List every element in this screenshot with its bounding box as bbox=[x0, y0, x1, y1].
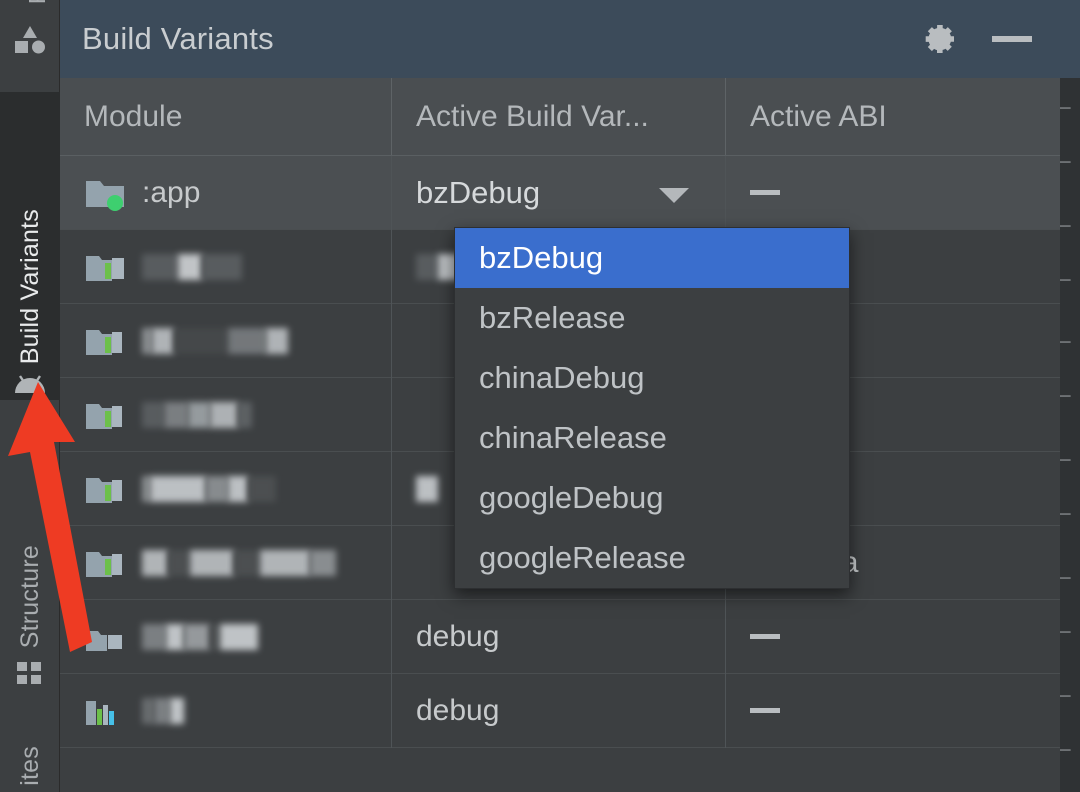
build-variants-screen: F Build Variants bbox=[0, 0, 1080, 792]
cell-module[interactable]: :app bbox=[60, 155, 392, 230]
cell-variant[interactable]: bzDebug bbox=[392, 155, 726, 230]
module-green-bar-icon bbox=[84, 249, 128, 285]
sidebar-item-build-variants[interactable]: Build Variants bbox=[0, 92, 60, 400]
folder-green-dot-icon bbox=[84, 175, 128, 211]
column-header-module[interactable]: Module bbox=[60, 78, 392, 155]
module-green-bar-icon bbox=[84, 323, 128, 359]
table-row[interactable]: :app bzDebug bbox=[60, 155, 1060, 230]
panel-header: Build Variants bbox=[60, 0, 1060, 78]
chevron-down-icon[interactable] bbox=[659, 187, 689, 203]
cell-variant[interactable]: debug bbox=[392, 599, 726, 674]
sliver-glyph: ⌐ bbox=[1060, 684, 1073, 714]
dropdown-option-bzRelease[interactable]: bzRelease bbox=[455, 288, 849, 348]
sidebar-item-label: ites bbox=[15, 746, 44, 786]
dropdown-option-chinaRelease[interactable]: chinaRelease bbox=[455, 408, 849, 468]
cell-variant[interactable]: debug bbox=[392, 673, 726, 748]
variant-value: bzDebug bbox=[416, 174, 541, 210]
stripe-clipped-label: F bbox=[0, 0, 60, 12]
sliver-glyph: ⌐ bbox=[1060, 566, 1073, 596]
sliver-glyph: ⌐ bbox=[1060, 738, 1073, 768]
table-header-row: Module Active Build Var... Active ABI bbox=[60, 78, 1060, 156]
abi-dash-icon bbox=[750, 634, 780, 639]
sidebar-item-label: Build Variants bbox=[15, 208, 44, 364]
cell-abi[interactable] bbox=[726, 156, 1040, 230]
dropdown-option-bzDebug[interactable]: bzDebug bbox=[455, 228, 849, 288]
resource-manager-shapes-icon[interactable] bbox=[13, 24, 47, 54]
gear-icon[interactable] bbox=[920, 19, 960, 59]
column-header-abi[interactable]: Active ABI bbox=[726, 78, 1040, 155]
abi-dash-icon bbox=[750, 190, 780, 195]
dropdown-option-chinaDebug[interactable]: chinaDebug bbox=[455, 348, 849, 408]
sliver-glyph: ⌐ bbox=[1060, 448, 1073, 478]
module-chart-icon bbox=[84, 693, 128, 729]
sidebar-item-favorites[interactable]: ites bbox=[0, 700, 60, 792]
sliver-glyph: ⌐ bbox=[1060, 502, 1073, 532]
panel-header-actions bbox=[920, 19, 1060, 59]
table-row[interactable]: debug bbox=[60, 673, 1060, 748]
sliver-glyph: ⌐ bbox=[1060, 620, 1073, 650]
table-row[interactable]: debug bbox=[60, 599, 1060, 674]
minimize-icon[interactable] bbox=[992, 36, 1032, 42]
cell-abi[interactable] bbox=[726, 600, 1040, 674]
panel-title: Build Variants bbox=[82, 21, 274, 56]
cell-module[interactable] bbox=[60, 229, 392, 304]
abi-dash-icon bbox=[750, 708, 780, 713]
dropdown-option-googleRelease[interactable]: googleRelease bbox=[455, 528, 849, 588]
dropdown-option-googleDebug[interactable]: googleDebug bbox=[455, 468, 849, 528]
module-name: :app bbox=[142, 175, 201, 209]
sliver-glyph: ⌐ bbox=[1060, 384, 1073, 414]
build-variants-panel: Build Variants Module Active Build Var..… bbox=[60, 0, 1060, 792]
adjacent-editor-sliver: ⌐ ⌐ ⌐ ⌐ ⌐ ⌐ ⌐ ⌐ ⌐ ⌐ ⌐ ⌐ bbox=[1060, 0, 1080, 792]
sliver-glyph: ⌐ bbox=[1060, 96, 1073, 126]
variant-dropdown-popup[interactable]: bzDebug bzRelease chinaDebug chinaReleas… bbox=[454, 227, 850, 589]
sliver-header bbox=[1060, 0, 1080, 78]
cell-module[interactable] bbox=[60, 303, 392, 378]
column-header-variant[interactable]: Active Build Var... bbox=[392, 78, 726, 155]
cell-module[interactable] bbox=[60, 673, 392, 748]
sliver-glyph: ⌐ bbox=[1060, 330, 1073, 360]
sliver-glyph: ⌐ bbox=[1060, 214, 1073, 244]
cell-abi[interactable] bbox=[726, 674, 1040, 748]
sliver-glyph: ⌐ bbox=[1060, 150, 1073, 180]
annotation-arrow bbox=[0, 370, 140, 670]
sliver-glyph: ⌐ bbox=[1060, 268, 1073, 298]
variant-combobox[interactable]: bzDebug bbox=[392, 156, 725, 230]
